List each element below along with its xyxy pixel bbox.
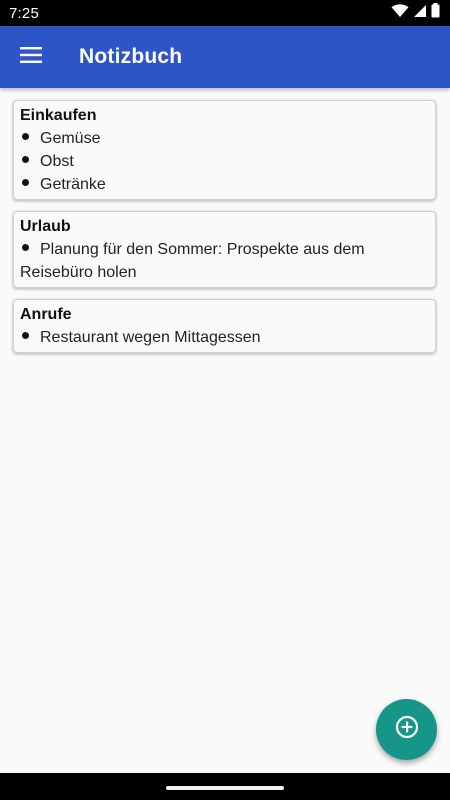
notes-list: Einkaufen Gemüse Obst Getränke Urlaub Pl…	[13, 100, 436, 364]
list-item: Restaurant wegen Mittagessen	[20, 326, 429, 349]
app-screen: 7:25 Notizbuch Einkaufen Gemüse Obst Get…	[0, 0, 450, 800]
note-title: Urlaub	[20, 218, 71, 235]
list-item-text: Getränke	[40, 176, 106, 193]
battery-icon	[431, 3, 440, 23]
page-title: Notizbuch	[79, 45, 183, 68]
note-items: Planung für den Sommer: Prospekte aus de…	[20, 238, 429, 284]
status-icons	[391, 3, 440, 23]
list-item: Planung für den Sommer: Prospekte aus de…	[20, 238, 429, 284]
bullet-icon	[22, 332, 29, 340]
add-note-button[interactable]	[376, 699, 437, 760]
note-card-urlaub[interactable]: Urlaub Planung für den Sommer: Prospekte…	[13, 211, 436, 288]
list-item-text: Planung für den Sommer: Prospekte aus de…	[20, 241, 365, 281]
note-items: Gemüse Obst Getränke	[20, 127, 429, 196]
note-card-anrufe[interactable]: Anrufe Restaurant wegen Mittagessen	[13, 299, 436, 353]
note-title: Einkaufen	[20, 107, 97, 124]
add-circle-icon	[395, 715, 419, 744]
note-items: Restaurant wegen Mittagessen	[20, 326, 429, 349]
wifi-icon	[391, 3, 409, 23]
list-item: Gemüse	[20, 127, 429, 150]
status-time: 7:25	[9, 4, 39, 22]
note-card-einkaufen[interactable]: Einkaufen Gemüse Obst Getränke	[13, 100, 436, 200]
app-bar: Notizbuch	[0, 26, 450, 88]
status-bar: 7:25	[0, 0, 450, 26]
note-title: Anrufe	[20, 306, 72, 323]
bullet-icon	[22, 179, 29, 187]
list-item-text: Obst	[40, 153, 74, 170]
menu-button[interactable]	[0, 26, 62, 88]
menu-icon	[20, 46, 42, 68]
bullet-icon	[22, 244, 29, 252]
list-item: Getränke	[20, 173, 429, 196]
navigation-bar	[0, 773, 450, 800]
signal-icon	[413, 4, 427, 23]
list-item: Obst	[20, 150, 429, 173]
bullet-icon	[22, 156, 29, 164]
list-item-text: Gemüse	[40, 130, 101, 147]
bullet-icon	[22, 133, 29, 141]
list-item-text: Restaurant wegen Mittagessen	[40, 329, 261, 346]
home-gesture-handle[interactable]	[166, 786, 284, 790]
